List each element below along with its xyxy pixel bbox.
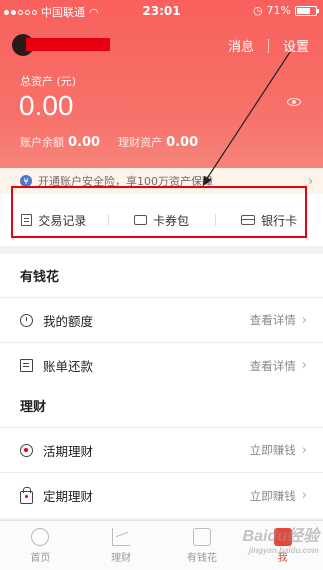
bank-cards-label: 银行卡 <box>261 213 298 228</box>
target-icon <box>20 443 33 457</box>
tab-home-label: 首页 <box>30 552 51 564</box>
bill-repay-row[interactable]: 账单还款 查看详情 › <box>0 343 323 388</box>
chevron-right-icon: › <box>301 442 307 458</box>
my-credit-row[interactable]: 我的额度 查看详情 › <box>0 298 323 343</box>
clock-icon <box>20 313 33 327</box>
finance-assets-label: 理财资产 <box>118 136 163 149</box>
account-header: 中国联通 ◠ 23:01 ◷ 71% 消息 设置 总资产 (元) 0.00 账户… <box>0 0 323 168</box>
tab-home[interactable]: 首页 <box>0 521 81 570</box>
watermark-brand: Baidu经验 <box>242 528 319 545</box>
username-redacted <box>26 38 110 51</box>
current-finance-label: 活期理财 <box>43 443 94 459</box>
current-finance-action: 立即赚钱 <box>249 443 296 457</box>
messages-link[interactable]: 消息 <box>228 36 254 55</box>
lock-icon <box>20 486 33 504</box>
document-icon <box>21 214 33 226</box>
section-spend: 有钱花 我的额度 查看详情 › 账单还款 查看详情 › <box>0 254 323 388</box>
chevron-right-icon: › <box>301 312 307 328</box>
yen-icon: ¥ <box>20 175 32 187</box>
tab-finance-label: 理财 <box>111 552 132 564</box>
divider <box>267 38 269 53</box>
total-assets-label: 总资产 (元) <box>20 75 77 88</box>
tab-spend-label: 有钱花 <box>186 552 217 564</box>
watermark-url: jingyan.baidu.com <box>248 546 319 555</box>
chevron-right-icon: › <box>301 488 307 503</box>
section-finance-title: 理财 <box>0 384 323 428</box>
tab-finance[interactable]: 理财 <box>81 521 162 570</box>
tab-spend[interactable]: 有钱花 <box>162 521 243 570</box>
my-credit-label: 我的额度 <box>43 313 94 329</box>
balance-label: 账户余额 <box>20 136 64 149</box>
fixed-finance-action: 立即赚钱 <box>249 488 296 503</box>
section-finance: 理财 活期理财 立即赚钱 › 定期理财 立即赚钱 › <box>0 384 323 518</box>
fixed-finance-row[interactable]: 定期理财 立即赚钱 › <box>0 473 323 518</box>
battery-percent: 71% <box>266 4 291 17</box>
notice-text: 开通账户安全险，享100万资产保障 <box>38 175 213 188</box>
coupons-button[interactable]: 卡券包 <box>107 212 216 229</box>
coupons-label: 卡券包 <box>153 213 190 228</box>
settings-link[interactable]: 设置 <box>283 36 309 55</box>
eye-icon[interactable] <box>287 98 301 106</box>
battery-icon <box>295 5 319 16</box>
transactions-label: 交易记录 <box>38 213 87 228</box>
bank-cards-button[interactable]: 银行卡 <box>215 212 323 229</box>
chart-icon <box>112 527 131 546</box>
status-bar: 中国联通 ◠ 23:01 ◷ 71% <box>0 0 323 22</box>
chevron-right-icon: › <box>301 358 307 373</box>
my-credit-action: 查看详情 <box>249 313 296 327</box>
total-assets-value: 0.00 <box>19 90 74 121</box>
chevron-right-icon: › <box>308 174 313 188</box>
fixed-finance-label: 定期理财 <box>43 489 94 504</box>
bill-repay-label: 账单还款 <box>43 359 94 374</box>
insurance-notice[interactable]: ¥ 开通账户安全险，享100万资产保障 › <box>0 168 323 194</box>
finance-assets-value: 0.00 <box>166 135 199 150</box>
home-icon <box>31 527 50 546</box>
current-finance-row[interactable]: 活期理财 立即赚钱 › <box>0 428 323 473</box>
alarm-icon: ◷ <box>252 4 263 17</box>
balance-value: 0.00 <box>68 135 101 150</box>
transactions-button[interactable]: 交易记录 <box>0 212 108 229</box>
quick-links: 交易记录 卡券包 银行卡 <box>0 194 323 246</box>
bill-icon <box>20 359 33 372</box>
section-spend-title: 有钱花 <box>0 254 323 298</box>
ticket-icon <box>134 215 147 225</box>
card-icon <box>241 215 256 225</box>
wallet-icon <box>192 527 211 546</box>
baidu-watermark: Baidu经验 jingyan.baidu.com <box>243 522 319 555</box>
bill-repay-action: 查看详情 <box>249 358 296 373</box>
